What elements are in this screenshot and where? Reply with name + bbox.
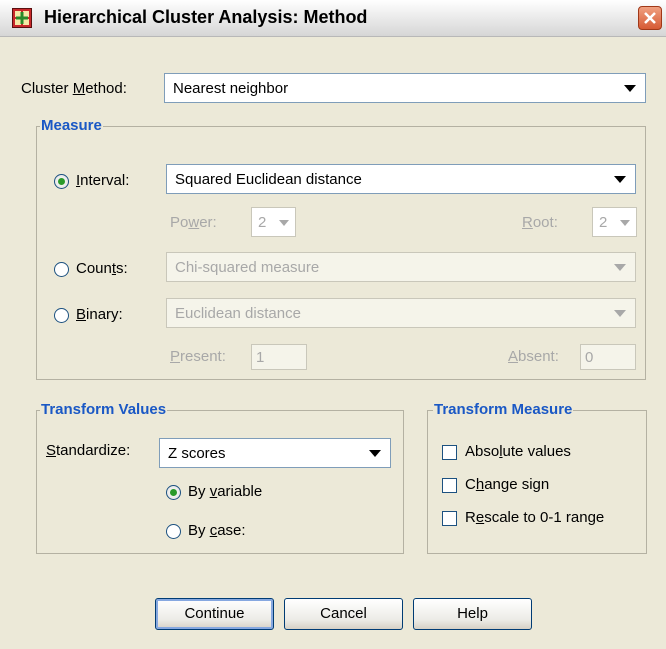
interval-label: Interval: xyxy=(76,172,129,189)
continue-button[interactable]: Continue xyxy=(155,598,274,630)
binary-mnemonic: B xyxy=(76,306,87,323)
standardize-mnemonic: S xyxy=(46,442,57,459)
root-mnemonic: R xyxy=(522,214,533,231)
standardize-label-post: tandardize: xyxy=(56,442,131,459)
chevron-down-icon xyxy=(624,85,636,92)
transform-values-group-title: Transform Values xyxy=(40,401,168,418)
transform-measure-group-title: Transform Measure xyxy=(433,401,574,418)
binary-label-post: inary: xyxy=(86,306,123,323)
root-dropdown[interactable]: 2 xyxy=(592,207,637,237)
chevron-down-icon xyxy=(614,264,626,271)
present-input[interactable]: 1 xyxy=(251,344,307,370)
absent-value: 0 xyxy=(585,349,594,366)
window-title: Hierarchical Cluster Analysis: Method xyxy=(44,7,368,27)
rescale-label-post: scale to 0-1 range xyxy=(484,509,605,526)
title-bar[interactable]: Hierarchical Cluster Analysis: Method xyxy=(0,0,666,37)
binary-label: Binary: xyxy=(76,306,123,323)
rescale-label: Rescale to 0-1 range xyxy=(465,509,604,526)
absent-label-post: bsent: xyxy=(518,348,559,365)
counts-measure-dropdown[interactable]: Chi-squared measure xyxy=(166,252,636,282)
rescale-checkbox[interactable] xyxy=(442,511,457,526)
absolute-values-label-pre: Abso xyxy=(465,443,500,460)
cancel-button[interactable]: Cancel xyxy=(284,598,403,630)
binary-measure-dropdown[interactable]: Euclidean distance xyxy=(166,298,636,328)
by-case-radio[interactable] xyxy=(166,524,181,539)
by-case-label-pre: By xyxy=(188,522,210,539)
by-case-label: By case: xyxy=(188,522,246,539)
root-label: Root: xyxy=(522,214,558,231)
chevron-down-icon xyxy=(614,310,626,317)
rescale-label-pre: R xyxy=(465,509,476,526)
change-sign-checkbox[interactable] xyxy=(442,478,457,493)
standardize-value: Z scores xyxy=(168,445,226,462)
power-label-pre: Po xyxy=(170,214,189,231)
close-icon[interactable] xyxy=(638,6,662,30)
root-value: 2 xyxy=(599,214,608,231)
interval-radio[interactable] xyxy=(54,174,69,189)
counts-radio[interactable] xyxy=(54,262,69,277)
counts-label-pre: Coun xyxy=(76,260,112,277)
chevron-down-icon xyxy=(614,176,626,183)
standardize-label: Standardize: xyxy=(46,442,130,459)
counts-measure-value: Chi-squared measure xyxy=(175,259,320,276)
root-label-post: oot: xyxy=(532,214,558,231)
by-variable-radio[interactable] xyxy=(166,485,181,500)
chevron-down-icon xyxy=(369,450,381,457)
power-label-post: er: xyxy=(199,214,217,231)
change-sign-label: Change sign xyxy=(465,476,549,493)
cluster-method-label-pre: Cluster xyxy=(21,80,73,97)
power-label: Power: xyxy=(170,214,217,231)
present-mnemonic: P xyxy=(170,348,181,365)
power-mnemonic: w xyxy=(188,214,200,231)
binary-measure-value: Euclidean distance xyxy=(175,305,301,322)
counts-label-post: s: xyxy=(116,260,128,277)
change-sign-label-post: ange sign xyxy=(484,476,550,493)
binary-radio[interactable] xyxy=(54,308,69,323)
by-variable-label-post: ariable xyxy=(217,483,263,500)
cluster-method-label-post: ethod: xyxy=(85,80,127,97)
absent-mnemonic: A xyxy=(508,348,519,365)
absolute-values-checkbox[interactable] xyxy=(442,445,457,460)
present-label: Present: xyxy=(170,348,226,365)
cluster-method-label: Cluster Method: xyxy=(21,80,127,97)
absolute-values-label-post: ute values xyxy=(502,443,571,460)
change-sign-label-pre: C xyxy=(465,476,476,493)
chevron-down-icon xyxy=(279,220,289,226)
present-value: 1 xyxy=(256,349,265,366)
present-label-post: resent: xyxy=(180,348,226,365)
interval-label-post: nterval: xyxy=(80,172,130,189)
absent-label: Absent: xyxy=(508,348,559,365)
app-icon xyxy=(12,8,32,28)
counts-label: Counts: xyxy=(76,260,128,277)
absolute-values-label: Absolute values xyxy=(465,443,571,460)
measure-group-title: Measure xyxy=(40,117,103,134)
power-dropdown[interactable]: 2 xyxy=(251,207,296,237)
interval-measure-value: Squared Euclidean distance xyxy=(175,171,362,188)
cluster-method-value: Nearest neighbor xyxy=(173,80,289,97)
by-variable-label-pre: By xyxy=(188,483,210,500)
standardize-dropdown[interactable]: Z scores xyxy=(159,438,391,468)
rescale-mnemonic: e xyxy=(475,509,485,526)
by-variable-label: By variable xyxy=(188,483,262,500)
absent-input[interactable]: 0 xyxy=(580,344,636,370)
power-value: 2 xyxy=(258,214,267,231)
help-button[interactable]: Help xyxy=(413,598,532,630)
cluster-method-dropdown[interactable]: Nearest neighbor xyxy=(164,73,646,103)
cluster-method-mnemonic: M xyxy=(72,80,86,97)
chevron-down-icon xyxy=(620,220,630,226)
change-sign-mnemonic: h xyxy=(475,476,485,493)
interval-measure-dropdown[interactable]: Squared Euclidean distance xyxy=(166,164,636,194)
by-case-label-post: ase: xyxy=(217,522,246,539)
